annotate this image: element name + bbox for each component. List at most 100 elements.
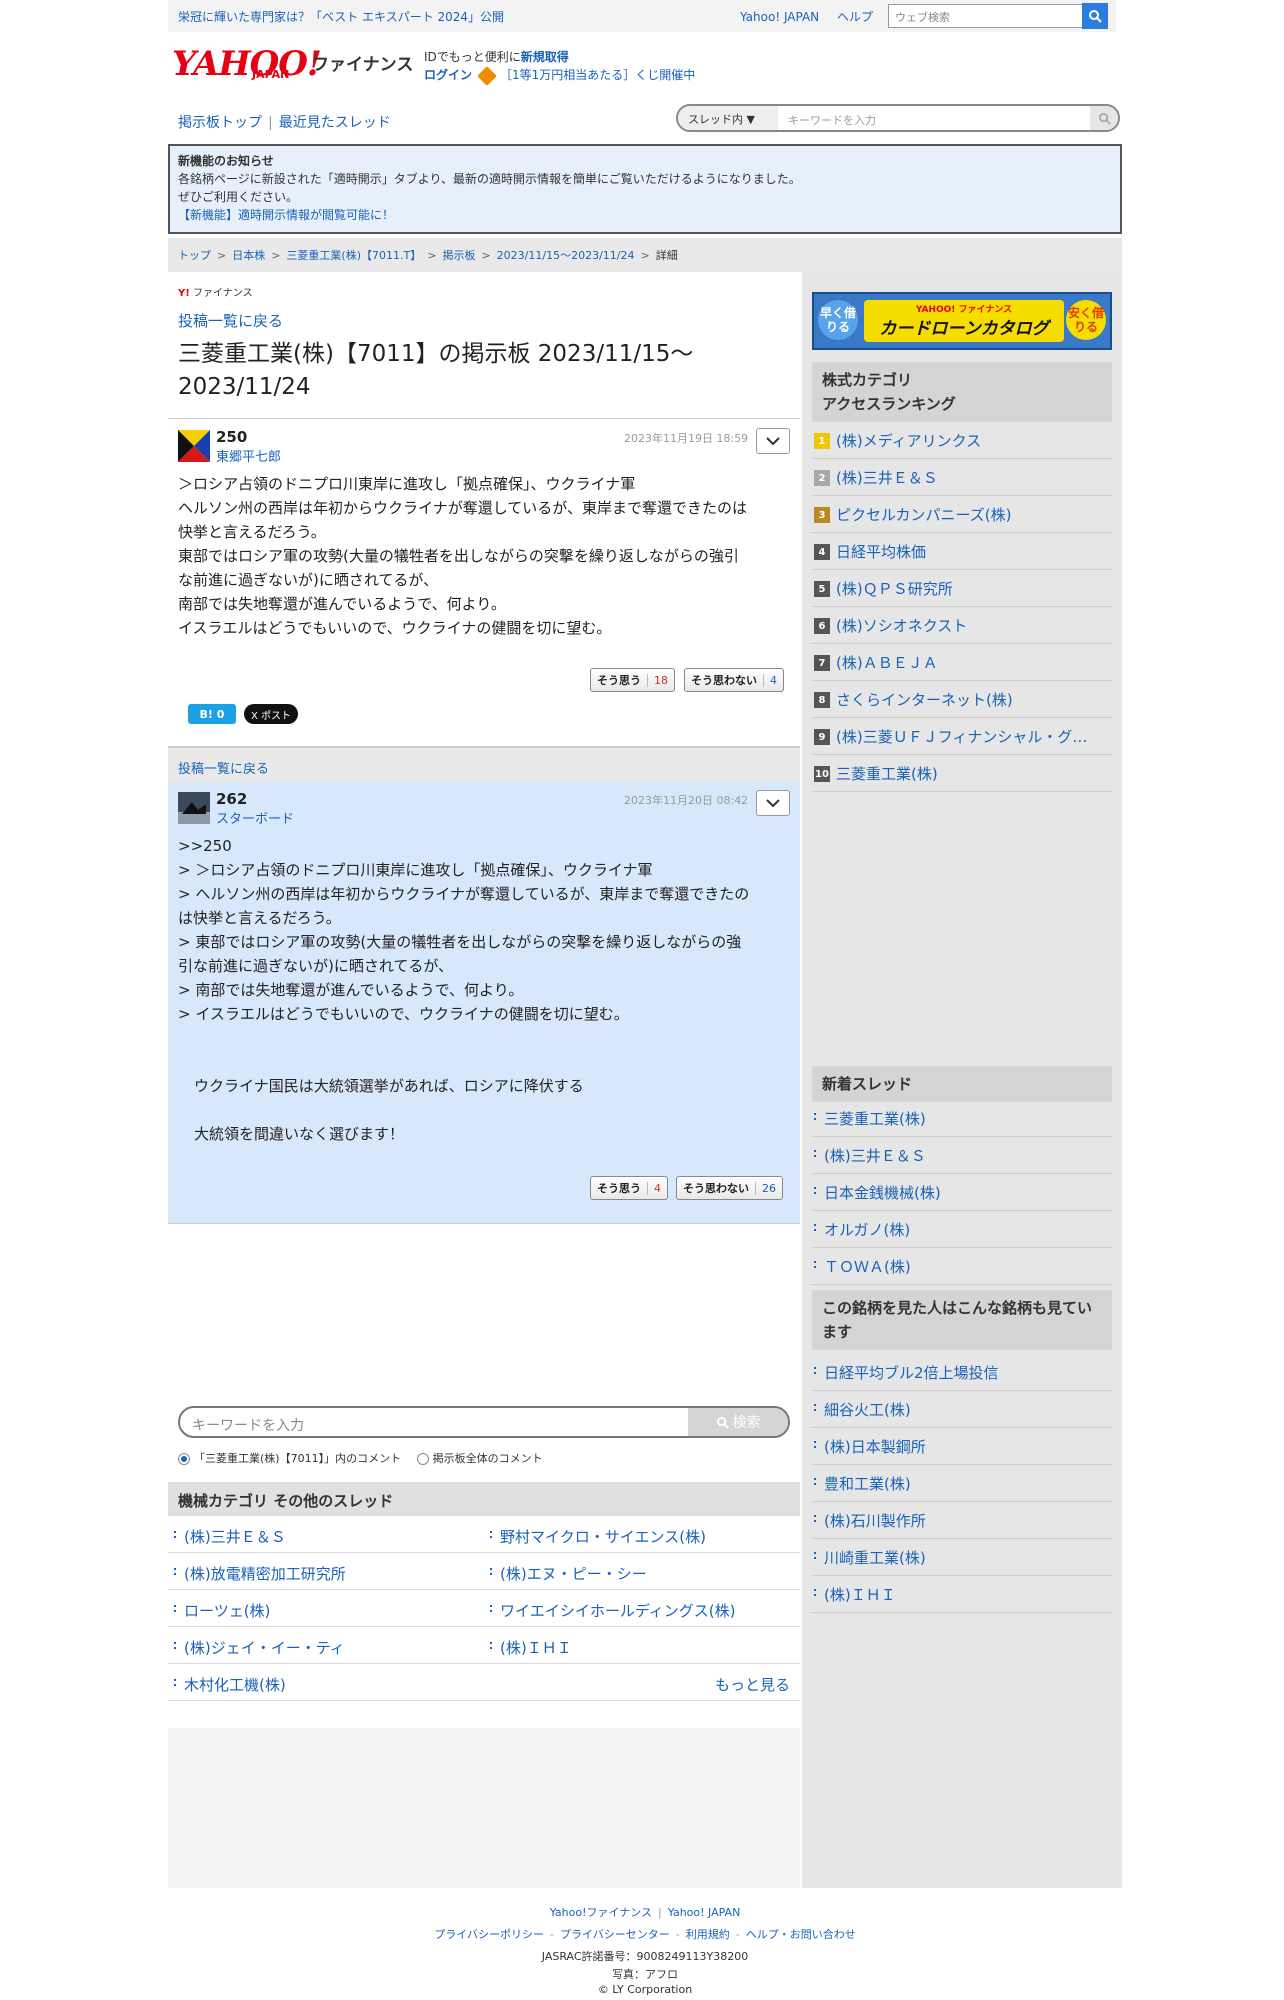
register-link[interactable]: 新規取得 xyxy=(521,50,569,64)
more-link[interactable]: もっと見る xyxy=(715,1674,790,1695)
card-loan-banner[interactable]: 早く借りる YAHOO! ファイナンス カードローンカタログ 安く借りる xyxy=(812,292,1112,350)
ranking-stock-link[interactable]: (株)ソシオネクスト xyxy=(836,615,1112,636)
sidebar: 早く借りる YAHOO! ファイナンス カードローンカタログ 安く借りる 株式カ… xyxy=(802,272,1122,1888)
rank-badge: 3 xyxy=(814,507,830,523)
ranking-stock-link[interactable]: (株)三菱ＵＦＪフィナンシャル・グ… xyxy=(836,726,1112,747)
category-row: 木村化工機(株) もっと見る xyxy=(168,1664,800,1701)
lottery-link[interactable]: ［1等1万円相当あたる］くじ開催中 xyxy=(500,68,695,82)
ranking-item: 10 三菱重工業(株) xyxy=(812,755,1112,792)
footer-help-link[interactable]: ヘルプ・お問い合わせ xyxy=(746,1928,856,1941)
category-thread-link[interactable]: 木村化工機(株) xyxy=(172,1674,286,1695)
post-author[interactable]: 東郷平七郎 xyxy=(216,446,281,465)
crumb-board[interactable]: 掲示板 xyxy=(442,249,475,262)
post-author[interactable]: スターボード xyxy=(216,808,294,827)
web-search-button[interactable] xyxy=(1082,3,1108,29)
category-row: ローツェ(株) ワイエイシイホールディングス(株) xyxy=(168,1590,800,1627)
hatena-bookmark-button[interactable]: B! 0 xyxy=(188,704,236,724)
ranking-stock-link[interactable]: ピクセルカンパニーズ(株) xyxy=(836,504,1112,525)
login-link[interactable]: ログイン xyxy=(424,68,472,82)
search-scope-select[interactable]: スレッド内 ▼ xyxy=(678,106,778,130)
new-thread-link[interactable]: ＴＯＷＡ(株) xyxy=(812,1256,911,1277)
list-item: (株)日本製鋼所 xyxy=(812,1428,1112,1465)
also-viewed-link[interactable]: (株)日本製鋼所 xyxy=(812,1436,926,1457)
footer-privacy-link[interactable]: プライバシーポリシー xyxy=(434,1928,544,1941)
yahoo-japan-link[interactable]: Yahoo! JAPAN xyxy=(740,10,819,24)
footer-yahoo-link[interactable]: Yahoo! JAPAN xyxy=(668,1906,741,1919)
footer-finance-link[interactable]: Yahoo!ファイナンス xyxy=(550,1906,652,1919)
board-top-link[interactable]: 掲示板トップ xyxy=(178,115,262,131)
comment-search-button[interactable]: 検索 xyxy=(688,1408,788,1436)
ranking-stock-link[interactable]: 日経平均株価 xyxy=(836,541,1112,562)
back-to-list-link[interactable]: 投稿一覧に戻る xyxy=(178,758,269,777)
footer-terms-link[interactable]: 利用規約 xyxy=(686,1928,730,1941)
ranking-item: 6 (株)ソシオネクスト xyxy=(812,607,1112,644)
web-search-input[interactable]: ウェブ検索 xyxy=(888,4,1098,28)
new-thread-link[interactable]: (株)三井Ｅ＆Ｓ xyxy=(812,1145,926,1166)
page: 栄冠に輝いた専門家は？「ベスト エキスパート 2024」公開 Yahoo! JA… xyxy=(0,0,1284,2000)
category-thread-link[interactable]: 野村マイクロ・サイエンス(株) xyxy=(488,1526,706,1547)
avatar[interactable] xyxy=(178,430,210,462)
ranking-stock-link[interactable]: (株)三井Ｅ＆Ｓ xyxy=(836,467,1112,488)
category-thread-link[interactable]: (株)エヌ・ピー・シー xyxy=(488,1563,647,1584)
agree-button[interactable]: そう思う 18 xyxy=(590,668,675,692)
footer-privacy-center-link[interactable]: プライバシーセンター xyxy=(560,1928,670,1941)
ranking-stock-link[interactable]: (株)ＱＰＳ研究所 xyxy=(836,578,1112,599)
post-menu-button[interactable] xyxy=(756,790,790,816)
crumb-top[interactable]: トップ xyxy=(178,249,211,262)
x-post-button[interactable]: X ポスト xyxy=(244,704,298,724)
also-viewed-link[interactable]: (株)ＩＨＩ xyxy=(812,1584,896,1605)
also-viewed-link[interactable]: 川崎重工業(株) xyxy=(812,1547,926,1568)
list-item: (株)三井Ｅ＆Ｓ xyxy=(812,1137,1112,1174)
crumb-japan-stocks[interactable]: 日本株 xyxy=(232,249,265,262)
help-link[interactable]: ヘルプ xyxy=(837,10,873,24)
crumb-period[interactable]: 2023/11/15〜2023/11/24 xyxy=(497,249,635,262)
agree-button[interactable]: そう思う 4 xyxy=(590,1176,668,1200)
board-search-button[interactable] xyxy=(1090,106,1118,130)
category-thread-link[interactable]: (株)三井Ｅ＆Ｓ xyxy=(172,1526,286,1547)
post-number[interactable]: 250 xyxy=(216,428,247,446)
post-number[interactable]: 262 xyxy=(216,790,247,808)
disagree-button[interactable]: そう思わない 26 xyxy=(676,1176,783,1200)
also-viewed-link[interactable]: 豊和工業(株) xyxy=(812,1473,911,1494)
new-thread-link[interactable]: 三菱重工業(株) xyxy=(812,1108,926,1129)
ranking-stock-link[interactable]: (株)ＡＢＥＪＡ xyxy=(836,652,1112,673)
new-thread-link[interactable]: 日本金銭機械(株) xyxy=(812,1182,941,1203)
post-menu-button[interactable] xyxy=(756,428,790,454)
reply-anchor-link[interactable]: >>250 xyxy=(178,834,790,858)
finance-service-name[interactable]: ファイナンス xyxy=(312,50,413,75)
category-thread-link[interactable]: (株)放電精密加工研究所 xyxy=(172,1563,346,1584)
recent-threads-link[interactable]: 最近見たスレッド xyxy=(279,115,391,131)
also-viewed-link[interactable]: 日経平均ブル2倍上場投信 xyxy=(812,1362,999,1383)
post-line: ＞ロシア占領のドニプロ川東岸に進攻し「拠点確保」、ウクライナ軍 xyxy=(178,475,636,493)
category-thread-link[interactable]: (株)ジェイ・イー・ティ xyxy=(172,1637,345,1658)
avatar[interactable] xyxy=(178,792,210,824)
list-item: 三菱重工業(株) xyxy=(812,1100,1112,1137)
post-line: > ヘルソン州の西岸は年初からウクライナが奪還しているが、東岸まで奪還できたの xyxy=(178,885,750,903)
ranking-stock-link[interactable]: さくらインターネット(株) xyxy=(836,689,1112,710)
new-threads-title: 新着スレッド xyxy=(812,1066,1112,1102)
search-icon xyxy=(716,1416,729,1429)
radio-all-label[interactable]: 掲示板全体のコメント xyxy=(433,1452,543,1465)
board-search-input[interactable]: キーワードを入力 xyxy=(788,112,876,128)
category-thread-link[interactable]: (株)ＩＨＩ xyxy=(488,1637,572,1658)
category-thread-link[interactable]: ワイエイシイホールディングス(株) xyxy=(488,1600,736,1621)
ranking-stock-link[interactable]: (株)メディアリンクス xyxy=(836,430,1112,451)
notice-link[interactable]: 【新機能】適時開示情報が閲覧可能に！ xyxy=(178,206,1112,224)
yahoo-logo[interactable]: YAHOO! xyxy=(172,44,322,84)
page-title: 三菱重工業(株)【7011】の掲示板 2023/11/15〜2023/11/24 xyxy=(178,341,694,400)
also-viewed-link[interactable]: 細谷火工(株) xyxy=(812,1399,911,1420)
board-search: スレッド内 ▼ キーワードを入力 xyxy=(676,104,1120,132)
promo-link[interactable]: 栄冠に輝いた専門家は？「ベスト エキスパート 2024」公開 xyxy=(178,8,504,25)
disagree-button[interactable]: そう思わない 4 xyxy=(684,668,784,692)
also-viewed-link[interactable]: (株)石川製作所 xyxy=(812,1510,926,1531)
comment-search-input[interactable]: キーワードを入力 xyxy=(192,1415,304,1435)
ranking-stock-link[interactable]: 三菱重工業(株) xyxy=(836,763,1112,784)
new-thread-link[interactable]: オルガノ(株) xyxy=(812,1219,910,1240)
radio-thread[interactable] xyxy=(178,1453,190,1465)
back-to-list-link[interactable]: 投稿一覧に戻る xyxy=(178,310,283,331)
category-thread-link[interactable]: ローツェ(株) xyxy=(172,1600,270,1621)
agree-count: 18 xyxy=(647,673,674,687)
crumb-stock[interactable]: 三菱重工業(株)【7011.T】 xyxy=(286,249,421,262)
radio-all[interactable] xyxy=(416,1453,429,1465)
radio-thread-label[interactable]: 「三菱重工業(株)【7011】」内のコメント xyxy=(194,1452,401,1465)
